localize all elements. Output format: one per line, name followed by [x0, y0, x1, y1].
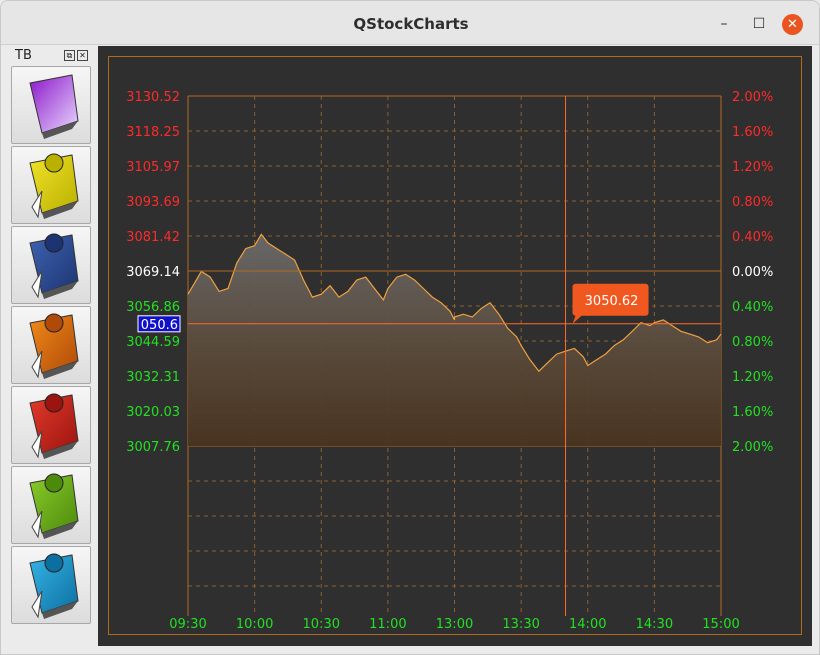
stock-chart[interactable]: 3050.62 3130.52 3118.25 3105.97 3093.69 3081.…	[98, 46, 812, 646]
y-axis-left-label: 3007.76	[126, 440, 180, 455]
dock-float-button[interactable]: ⧉	[64, 50, 75, 61]
minimize-button[interactable]: –	[714, 14, 734, 34]
y-axis-left-label: 3081.42	[126, 230, 180, 245]
y-axis-right-label: 2.00%	[732, 90, 773, 105]
y-axis-left-label: 3056.86	[126, 300, 180, 315]
x-axis-label: 13:30	[502, 617, 539, 632]
app-logo-icon	[29, 74, 79, 139]
yoono-icon	[29, 153, 79, 219]
x-axis-label: 15:00	[702, 617, 739, 632]
x-axis-label: 09:30	[169, 617, 206, 632]
y-axis-left-label: 3105.97	[126, 160, 180, 175]
toolbar-button-stumbleupon[interactable]	[11, 466, 91, 544]
toolbar-button-firefox[interactable]	[11, 306, 91, 384]
x-axis-label: 14:30	[636, 617, 673, 632]
y-axis-right-label: 0.00%	[732, 265, 773, 280]
rss-icon	[29, 393, 79, 459]
toolbar-button-twitter[interactable]	[11, 546, 91, 624]
y-axis-left-label: 3044.59	[126, 335, 180, 350]
maximize-button[interactable]: ☐	[749, 14, 769, 34]
y-axis-right-label: 1.20%	[732, 160, 773, 175]
toolbar-button-facebook[interactable]	[11, 226, 91, 304]
dock-close-button[interactable]: ✕	[77, 50, 88, 61]
close-button[interactable]: ✕	[782, 14, 803, 35]
application-window: QStockCharts – ☐ ✕ TB ⧉ ✕ 3050.62 3130.52…	[0, 0, 820, 655]
minimize-icon: –	[720, 16, 728, 32]
stumbleupon-icon	[29, 473, 79, 539]
y-axis-left-label: 3032.31	[126, 370, 180, 385]
y-axis-left-label: 3118.25	[126, 125, 180, 140]
y-axis-right-label: 0.80%	[732, 195, 773, 210]
chart-panel: 3050.62 3130.52 3118.25 3105.97 3093.69 3081.…	[98, 46, 812, 646]
y-axis-right-label: 2.00%	[732, 440, 773, 455]
toolbar-button-yoono[interactable]	[11, 146, 91, 224]
toolbar-button-app-logo[interactable]	[11, 66, 91, 144]
maximize-icon: ☐	[752, 16, 766, 32]
y-axis-right-label: 1.20%	[732, 370, 773, 385]
x-axis-label: 11:00	[369, 617, 406, 632]
toolbar-dock: TB ⧉ ✕	[10, 46, 93, 646]
twitter-icon	[29, 553, 79, 619]
x-axis-label: 10:30	[303, 617, 340, 632]
toolbar-title: TB	[15, 48, 32, 63]
crosshair-tooltip-value: 3050.62	[585, 294, 639, 309]
y-axis-right-label: 1.60%	[732, 125, 773, 140]
firefox-icon	[29, 313, 79, 379]
y-axis-right-label: 0.40%	[732, 230, 773, 245]
y-axis-left-label: 3020.03	[126, 405, 180, 420]
title-bar[interactable]: QStockCharts – ☐ ✕	[1, 1, 819, 45]
x-axis-label: 14:00	[569, 617, 606, 632]
window-title: QStockCharts	[353, 15, 469, 33]
close-icon: ✕	[787, 17, 798, 32]
y-axis-left-label: 3093.69	[126, 195, 180, 210]
y-axis-right-label: 0.40%	[732, 300, 773, 315]
x-axis-label: 10:00	[236, 617, 273, 632]
current-price-label: 050.6	[141, 318, 178, 333]
y-axis-left-label: 3130.52	[126, 90, 180, 105]
x-axis-label: 13:00	[436, 617, 473, 632]
y-axis-right-label: 0.80%	[732, 335, 773, 350]
facebook-icon	[29, 233, 79, 299]
y-axis-left-label: 3069.14	[126, 265, 180, 280]
toolbar-button-rss[interactable]	[11, 386, 91, 464]
y-axis-right-label: 1.60%	[732, 405, 773, 420]
